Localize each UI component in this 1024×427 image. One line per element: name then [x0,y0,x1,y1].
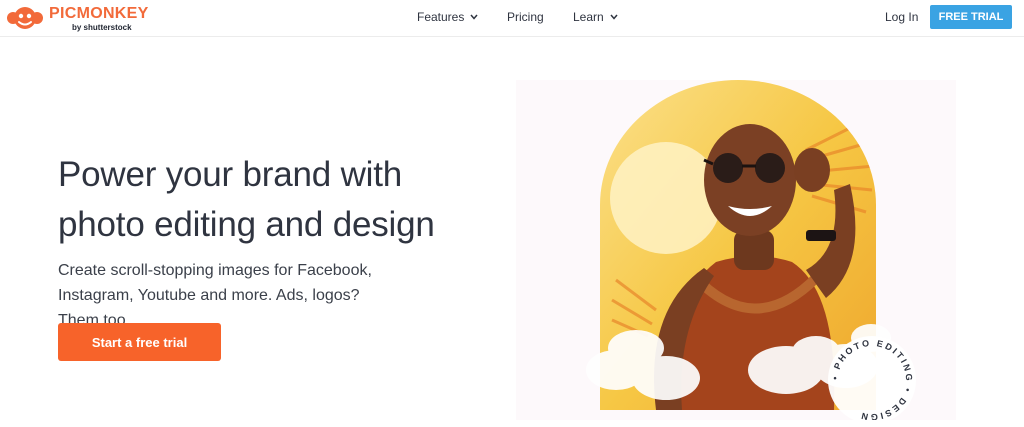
top-nav: PICMONKEY by shutterstock Features Prici… [0,0,1024,37]
nav-features-label: Features [417,10,465,24]
picmonkey-logo[interactable]: PICMONKEY by shutterstock [6,3,149,33]
nav-learn-label: Learn [573,10,604,24]
hero-title-line2: photo editing and design [58,205,435,244]
nav-pricing-label: Pricing [507,10,544,24]
start-free-trial-button[interactable]: Start a free trial [58,323,221,361]
chevron-down-icon [610,14,618,20]
nav-learn[interactable]: Learn [573,10,618,24]
nav-features[interactable]: Features [417,10,478,24]
hero-subtitle: Create scroll-stopping images for Facebo… [58,258,398,333]
free-trial-button[interactable]: FREE TRIAL [930,5,1012,29]
brand-sub: by shutterstock [72,23,132,32]
nav-pricing[interactable]: Pricing [507,10,544,24]
chevron-down-icon [470,14,478,20]
brand-name: PICMONKEY [49,5,149,22]
hero-title-line1: Power your brand with [58,155,403,194]
hero-image: • PHOTO EDITING • DESIGN [516,80,956,420]
hero-subtitle-line1: Create scroll-stopping images for Facebo… [58,262,372,279]
login-link[interactable]: Log In [885,10,918,24]
hero-title: Power your brand with photo editing and … [58,150,478,250]
monkey-logo-icon [7,7,43,29]
